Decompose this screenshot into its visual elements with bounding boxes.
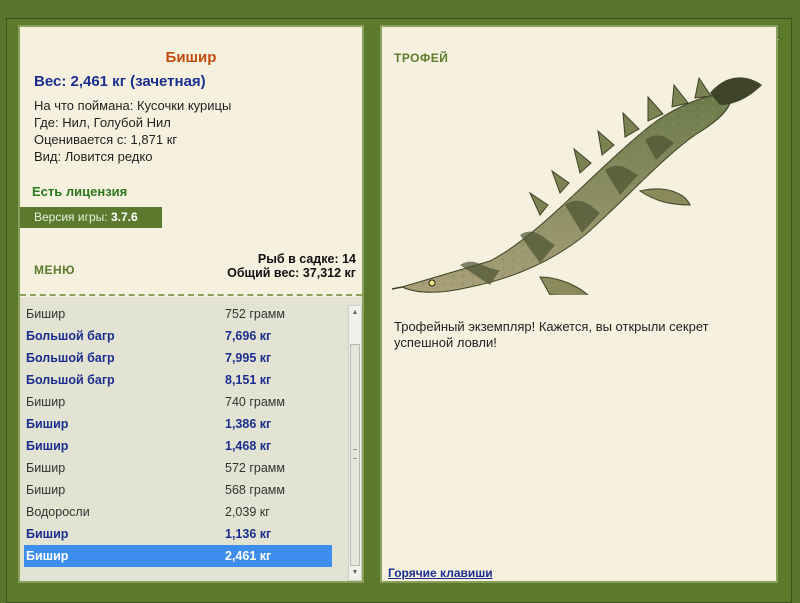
fish-name-cell: Бишир [26,549,69,563]
menu-button[interactable]: МЕНЮ [34,263,75,277]
trophy-panel: ТРОФЕЙ Трофейный экземпляр! Кажется, вы … [380,25,778,583]
scrollbar-thumb[interactable] [350,344,360,566]
list-item[interactable]: Бишир 740 грамм [20,391,362,413]
scroll-down-icon[interactable]: ▼ [349,566,361,580]
bait-info: На что поймана: Кусочки курицы [34,98,232,113]
catch-list: Бишир 752 грамм Большой багр 7,696 кг Большо… [20,297,362,581]
fish-weight-cell: 568 грамм [225,483,285,497]
fish-weight-cell: 8,151 кг [225,373,272,387]
license-status: Есть лицензия [32,184,128,199]
bichir-fish-image [391,76,762,295]
trophy-message: Трофейный экземпляр! Кажется, вы открыли… [394,319,709,350]
list-item[interactable]: Большой багр 7,696 кг [20,325,362,347]
divider [20,294,362,296]
list-item[interactable]: Большой багр 7,995 кг [20,347,362,369]
list-item[interactable]: Бишир 568 грамм [20,479,362,501]
fish-name-cell: Большой багр [26,329,115,343]
version-label: Версия игры: [34,210,108,224]
game-window: X Бишир Вес: 2,461 кг (зачетная) На что … [6,18,792,603]
list-item[interactable]: Бишир 572 грамм [20,457,362,479]
fish-weight-cell: 2,461 кг [225,549,272,563]
scroll-up-icon[interactable]: ▲ [349,306,361,320]
fish-name-cell: Большой багр [26,351,115,365]
fish-count: Рыб в садке: 14 [257,252,356,266]
fish-name-cell: Большой багр [26,373,115,387]
game-version: Версия игры: 3.7.6 [20,207,162,228]
total-weight: Общий вес: 37,312 кг [227,266,356,280]
fish-weight-cell: 7,995 кг [225,351,272,365]
fish-details: На что поймана: Кусочки курицы Где: Нил,… [34,97,231,165]
trophy-label: ТРОФЕЙ [394,51,449,65]
fish-weight-cell: 1,468 кг [225,439,272,453]
fish-name-cell: Бишир [26,307,66,321]
fish-name: Бишир [165,49,217,66]
fish-weight-cell: 2,039 кг [225,505,270,519]
catch-rows: Бишир 752 грамм Большой багр 7,696 кг Большо… [20,297,362,567]
list-scrollbar[interactable]: ▲ ▼ [348,305,362,581]
fish-name-cell: Бишир [26,439,69,453]
fish-name-cell: Бишир [26,395,66,409]
list-item[interactable]: Бишир 2,461 кг [24,545,332,567]
list-item[interactable]: Бишир 1,136 кг [20,523,362,545]
fish-name-cell: Бишир [26,461,66,475]
rated-from-info: Оценивается с: 1,871 кг [34,132,178,147]
list-item[interactable]: Большой багр 8,151 кг [20,369,362,391]
fish-weight-cell: 1,136 кг [225,527,272,541]
list-item[interactable]: Бишир 1,468 кг [20,435,362,457]
fish-name-cell: Бишир [26,417,69,431]
fish-weight-cell: 740 грамм [225,395,285,409]
hotkeys-link[interactable]: Горячие клавиши [388,566,493,580]
catch-info-panel: Бишир Вес: 2,461 кг (зачетная) На что по… [18,25,364,583]
fish-weight-cell: 1,386 кг [225,417,272,431]
rarity-info: Вид: Ловится редко [34,149,153,164]
version-value: 3.7.6 [110,210,138,224]
fish-name-cell: Водоросли [26,505,90,519]
fish-name-cell: Бишир [26,483,66,497]
list-item[interactable]: Водоросли 2,039 кг [20,501,362,523]
fish-weight: Вес: 2,461 кг (зачетная) [34,73,206,90]
keepnet-totals: Рыб в садке: 14 Общий вес: 37,312 кг [227,252,356,280]
fish-name-cell: Бишир [26,527,69,541]
location-info: Где: Нил, Голубой Нил [34,115,171,130]
fish-weight-cell: 752 грамм [225,307,285,321]
grip-icon [353,449,357,459]
fish-weight-cell: 572 грамм [225,461,285,475]
list-item[interactable]: Бишир 1,386 кг [20,413,362,435]
fish-weight-cell: 7,696 кг [225,329,272,343]
list-item[interactable]: Бишир 752 грамм [20,303,362,325]
